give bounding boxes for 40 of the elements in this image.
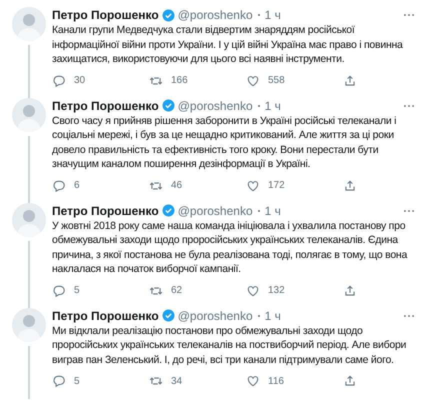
heart-icon[interactable] [246, 374, 260, 388]
count-label: 166 [171, 74, 188, 88]
user-handle[interactable]: @poroshenko [178, 308, 253, 324]
reply-icon[interactable] [52, 374, 66, 388]
tweet-time[interactable]: 1 ч [264, 98, 281, 114]
tweet-text: Ми відклали реалізацію постанови про обмежувальні заходи щодо проросійських українських телеканалів на поствиборчий період. Але вибори виграв пан Зеленський. І, до речі, всі три канали підтримували саме його. [52, 324, 408, 367]
count-label: 558 [268, 74, 285, 88]
tweet-text: Канали групи Медведчука стали відвертим знаряддям російської інформаційної війни проти України. І у цій війні Україна має право і повинна захищатися, використовуючи для цього всі наявні інструменти. [52, 23, 404, 66]
count-label: 5 [74, 374, 80, 388]
heart-icon[interactable] [246, 178, 260, 192]
heart-icon[interactable] [246, 284, 260, 298]
count-label: 62 [171, 284, 182, 298]
user-handle[interactable]: @poroshenko [178, 98, 253, 114]
author-name[interactable]: Петро Порошенко [52, 7, 159, 23]
reply-icon[interactable] [52, 284, 66, 298]
tweet-time[interactable]: 1 ч [264, 202, 281, 218]
count-label: 5 [74, 284, 80, 298]
share-icon[interactable] [343, 178, 357, 192]
count-label: 116 [268, 374, 284, 388]
reply-icon[interactable] [52, 74, 66, 88]
user-handle[interactable]: @poroshenko [178, 202, 253, 218]
heart-icon[interactable] [246, 74, 260, 88]
user-handle[interactable]: @poroshenko [178, 7, 253, 23]
tweet-text: Свого часу я прийняв рішення заборонити в Україні російські телеканали і соціальні мережі, і був за це нещадно критикований. Але життя за ці роки довело правильність та ефективність того кроку. Вони перестали бути значущим каналом поширення дезінформації в Україні. [52, 114, 398, 172]
share-icon[interactable] [343, 74, 357, 88]
count-label: 6 [74, 179, 80, 193]
tweet-text: У жовтні 2018 року саме наша команда ініціювала і ухвалила постанову про обмежувальні заходи щодо проросійських українських телеканалів. Єдина причина, з якої постанова не була реалізована тоді, полягає в тому, що вона наклалася на початок виборчої кампанії. [52, 218, 408, 276]
author-name[interactable]: Петро Порошенко [52, 308, 159, 324]
count-label: 172 [268, 179, 285, 193]
tweet-time[interactable]: 1 ч [264, 308, 281, 324]
author-name[interactable]: Петро Порошенко [52, 202, 159, 218]
count-label: 34 [171, 374, 182, 388]
count-label: 132 [268, 284, 285, 298]
share-icon[interactable] [343, 374, 357, 388]
author-name[interactable]: Петро Порошенко [52, 98, 159, 114]
share-icon[interactable] [343, 284, 357, 298]
count-label: 30 [74, 74, 86, 88]
tweet-time[interactable]: 1 ч [264, 7, 281, 23]
count-label: 46 [171, 179, 182, 193]
reply-icon[interactable] [52, 178, 66, 192]
